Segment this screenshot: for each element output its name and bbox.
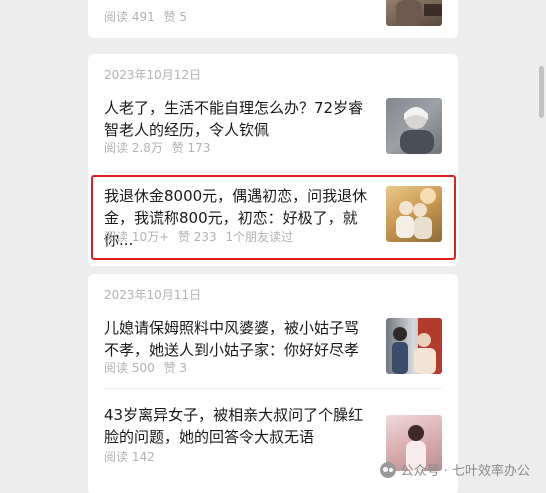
read-count: 阅读 491 xyxy=(104,10,155,24)
article-title: 43岁离异女子，被相亲大叔问了个臊红脸的问题，她的回答令大叔无语 xyxy=(104,406,364,446)
scrollbar-thumb[interactable] xyxy=(539,66,544,118)
read-count: 阅读 142 xyxy=(104,450,155,464)
article-list[interactable]: 阅读 491 赞 5 2023年10月12日 人老了，生活不能自理怎么办？72岁… xyxy=(0,0,546,493)
article-meta: 阅读 491 赞 5 xyxy=(104,8,192,25)
article-meta: 阅读 500 赞 3 xyxy=(104,359,192,376)
article-item[interactable]: 43岁离异女子，被相亲大叔问了个臊红脸的问题，她的回答令大叔无语 阅读 142 xyxy=(104,404,442,471)
article-thumbnail xyxy=(386,0,442,26)
article-item[interactable]: 人老了，生活不能自理怎么办？72岁睿智老人的经历，令人钦佩 阅读 2.8万 赞 … xyxy=(104,97,442,156)
like-count: 赞 5 xyxy=(163,10,188,24)
article-meta: 阅读 2.8万 赞 173 xyxy=(104,139,215,156)
article-meta: 阅读 142 xyxy=(104,448,160,465)
scrollbar[interactable] xyxy=(538,0,546,493)
watermark-text: 公众号 · 七叶效率办公 xyxy=(400,464,530,479)
divider xyxy=(104,172,442,173)
read-count: 阅读 2.8万 xyxy=(104,141,163,155)
like-count: 赞 173 xyxy=(171,141,211,155)
watermark: 公众号 · 七叶效率办公 xyxy=(379,460,530,479)
date-header: 2023年10月12日 xyxy=(104,68,202,82)
article-title: 人老了，生活不能自理怎么办？72岁睿智老人的经历，令人钦佩 xyxy=(104,99,364,139)
article-item[interactable]: 儿媳请保姆照料中风婆婆，被小姑子骂不孝，她送人到小姑子家：你好好尽孝 阅读 50… xyxy=(104,317,442,377)
article-thumbnail xyxy=(386,318,442,374)
date-header: 2023年10月11日 xyxy=(104,288,202,302)
wechat-icon xyxy=(379,461,396,478)
divider xyxy=(104,388,442,389)
article-title: 儿媳请保姆照料中风婆婆，被小姑子骂不孝，她送人到小姑子家：你好好尽孝 xyxy=(104,319,360,359)
highlight-box xyxy=(91,175,456,260)
article-item[interactable]: 阅读 491 赞 5 xyxy=(104,0,442,26)
read-count: 阅读 500 xyxy=(104,361,155,375)
like-count: 赞 3 xyxy=(163,361,188,375)
article-thumbnail xyxy=(386,98,442,154)
date-group-card: 阅读 491 赞 5 xyxy=(88,0,458,38)
